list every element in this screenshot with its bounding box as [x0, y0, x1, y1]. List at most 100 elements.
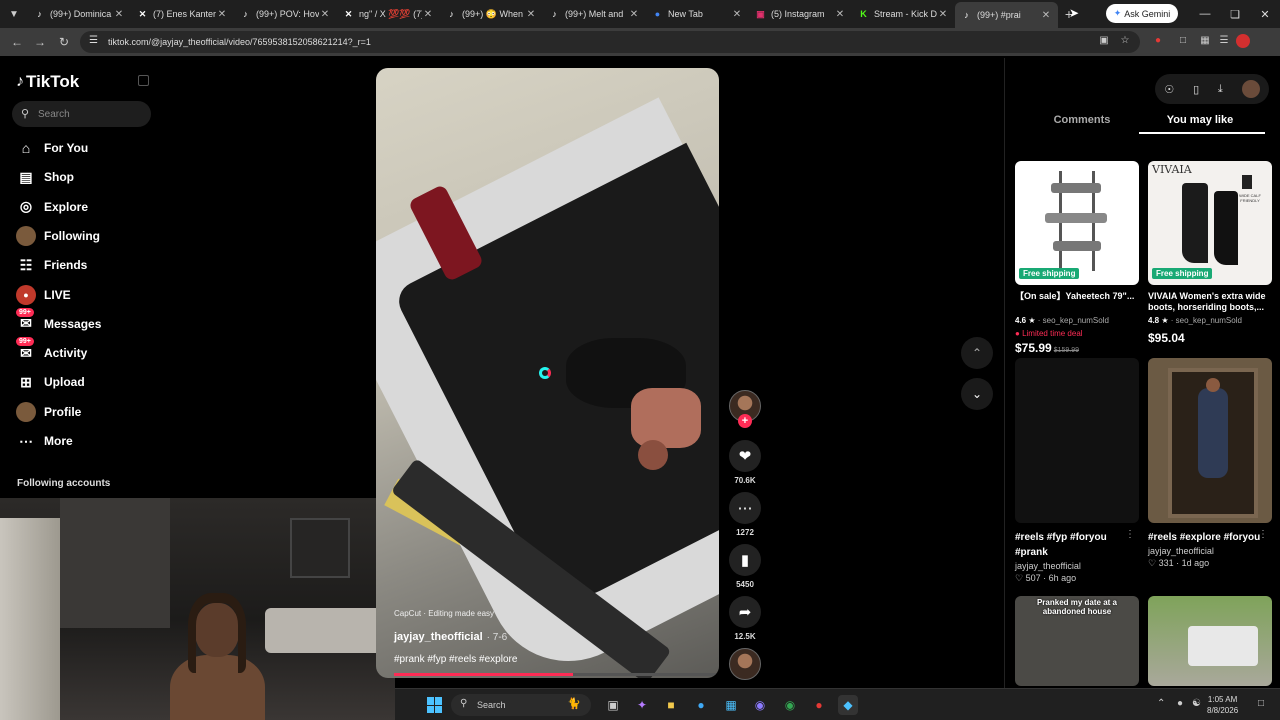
browser-tab[interactable]: K Stream - Kick D ✕ [852, 3, 955, 25]
video-hashtags[interactable]: #prank #fyp #reels #explore [394, 654, 517, 665]
close-tab-icon[interactable]: ✕ [731, 9, 743, 20]
video-card-author[interactable]: jayjay_theofficial [1148, 546, 1272, 556]
close-tab-icon[interactable]: ✕ [1040, 10, 1052, 21]
sidebar-item-explore[interactable]: ◎ Explore [16, 195, 156, 219]
video-card[interactable]: Pranked my date at a abandoned house [1015, 596, 1139, 686]
share-button[interactable]: ➦ 12.5K [729, 596, 761, 641]
more-options-icon[interactable]: ⋮ [1258, 529, 1268, 540]
video-player[interactable]: CapCut · Editing made easy jayjay_theoff… [376, 68, 719, 678]
video-card[interactable]: #reels #explore #foryou ⋮ jayjay_theoffi… [1148, 358, 1272, 569]
url-text: tiktok.com/@jayjay_theofficial/video/765… [108, 37, 371, 47]
browser-tab[interactable]: ♪ (99+) POV: Hov ✕ [234, 3, 337, 25]
video-card[interactable]: #reels #fyp #foryou #prank ⋮ jayjay_theo… [1015, 358, 1139, 584]
copilot-icon[interactable]: ✦ [632, 695, 652, 715]
browser-tab[interactable]: ● New Tab ✕ [646, 3, 749, 25]
compass-icon[interactable]: ☉ [1164, 83, 1174, 96]
windows-start-icon[interactable] [427, 697, 443, 713]
follow-plus-icon[interactable]: + [738, 414, 752, 428]
bookmark-star-icon[interactable]: ☆ [1118, 34, 1132, 48]
sidebar-item-activity[interactable]: ✉ Activity 99+ [16, 337, 156, 365]
tab-search-chevron-icon[interactable]: ▼ [0, 0, 28, 28]
like-button[interactable]: ❤ 70.6K [729, 440, 761, 485]
close-tab-icon[interactable]: ✕ [834, 9, 846, 20]
video-author-line[interactable]: jayjay_theofficial · 7-6 [394, 631, 507, 643]
tiktok-logo[interactable]: ♪ TikTok [16, 72, 79, 92]
collapse-sidebar-icon[interactable] [138, 75, 149, 86]
previous-video-button[interactable]: ⌃ [961, 337, 993, 369]
next-video-button[interactable]: ⌄ [961, 378, 993, 410]
tab-you-may-like[interactable]: You may like [1140, 114, 1260, 126]
profile-avatar-icon[interactable] [1236, 34, 1250, 48]
taskbar-clock[interactable]: 1:05 AM 8/8/2026 [1207, 694, 1238, 716]
sidebar-item-upload[interactable]: ⊞ Upload [16, 370, 156, 394]
comment-button[interactable]: ⋯ 1272 [729, 492, 761, 537]
browser-tab[interactable]: ▣ (5) Instagram ✕ [749, 3, 852, 25]
install-app-icon[interactable]: ▣ [1097, 34, 1111, 48]
maximize-button[interactable]: ❏ [1220, 0, 1250, 28]
back-button[interactable]: ← [8, 33, 26, 51]
video-card-author[interactable]: jayjay_theofficial [1015, 561, 1139, 571]
video-card[interactable] [1148, 596, 1272, 686]
creator-avatar-button[interactable]: + [729, 390, 761, 428]
extension2-icon[interactable]: □ [1176, 34, 1190, 48]
tray-chevron-icon[interactable]: ⌃ [1157, 698, 1165, 709]
active-app-icon[interactable]: ◆ [838, 695, 858, 715]
browser-tab[interactable]: ♪ (99+) Dominica ✕ [28, 3, 131, 25]
notification-icon[interactable]: □ [1258, 698, 1264, 709]
more-options-icon[interactable]: ⋮ [1125, 529, 1135, 540]
forward-button[interactable]: → [31, 33, 49, 51]
sidebar-item-live[interactable]: ● LIVE [16, 283, 156, 307]
sound-avatar-button[interactable] [729, 648, 761, 680]
close-window-button[interactable]: ✕ [1250, 0, 1280, 28]
close-tab-icon[interactable]: ✕ [422, 9, 434, 20]
reload-button[interactable]: ↻ [55, 33, 73, 51]
close-tab-icon[interactable]: ✕ [113, 9, 125, 20]
file-explorer-icon[interactable]: ■ [661, 695, 681, 715]
sidebar-item-more[interactable]: ⋯ More [16, 429, 156, 453]
discord-icon[interactable]: ◉ [750, 695, 770, 715]
sidebar-item-following[interactable]: Following [16, 224, 156, 248]
extension-icon[interactable]: ● [1151, 34, 1165, 48]
close-tab-icon[interactable]: ✕ [937, 9, 949, 20]
sidebar-item-profile[interactable]: Profile [16, 400, 156, 424]
task-view-icon[interactable]: ▣ [603, 695, 623, 715]
obs-icon[interactable]: ● [809, 695, 829, 715]
tab-title: Stream - Kick D [874, 9, 937, 19]
address-bar[interactable]: ☰ tiktok.com/@jayjay_theofficial/video/7… [80, 31, 1140, 53]
save-button[interactable]: ▮ 5450 [729, 544, 761, 589]
product-card[interactable]: Free shipping 【On sale】Yaheetech 79"... … [1015, 161, 1139, 355]
microphone-icon[interactable]: ● [1177, 698, 1183, 709]
close-tab-icon[interactable]: ✕ [628, 9, 640, 20]
browser-tab[interactable]: ✕ ng" / X 💯💯 (7) ✕ [337, 3, 440, 25]
close-tab-icon[interactable]: ✕ [525, 9, 537, 20]
sidebar-item-friends[interactable]: ☷ Friends [16, 253, 156, 277]
browser-tab[interactable]: ✕ (7) Enes Kanter ✕ [131, 3, 234, 25]
taskbar-search[interactable]: ⚲ Search 🐈 [451, 694, 591, 716]
edge-icon[interactable]: ● [691, 695, 711, 715]
phone-icon[interactable]: ▯ [1193, 83, 1199, 96]
close-tab-icon[interactable]: ✕ [319, 9, 331, 20]
tab-comments[interactable]: Comments [1022, 114, 1142, 126]
sidebar-item-shop[interactable]: ▤ Shop [16, 165, 156, 189]
sidebar-item-for-you[interactable]: ⌂ For You [16, 136, 156, 160]
store-icon[interactable]: ▦ [721, 695, 741, 715]
browser-tab[interactable]: ♪ (99+) #prai ✕ [955, 2, 1058, 28]
search-input[interactable]: ⚲ Search [12, 101, 151, 127]
video-progress-bar[interactable] [394, 673, 719, 676]
sidebar-item-label: Profile [44, 404, 82, 419]
minimize-button[interactable]: — [1190, 0, 1220, 28]
browser-tab[interactable]: ♪ (99+) Melt and ✕ [543, 3, 646, 25]
sidepanel-icon[interactable]: ☰ [1217, 34, 1231, 48]
site-info-icon[interactable]: ☰ [89, 35, 98, 46]
ask-gemini-button[interactable]: ✦ Ask Gemini [1106, 4, 1178, 23]
close-tab-icon[interactable]: ✕ [216, 9, 228, 20]
chrome-icon[interactable]: ◉ [780, 695, 800, 715]
download-icon[interactable]: ⤓ [1218, 83, 1223, 96]
user-avatar[interactable] [1241, 80, 1260, 98]
video-author[interactable]: jayjay_theofficial [394, 631, 483, 643]
browser-tab[interactable]: ♪ (99+) 😳 When ✕ [440, 3, 543, 25]
extensions-puzzle-icon[interactable]: ▦ [1198, 34, 1212, 48]
sidebar-item-messages[interactable]: ✉ Messages 99+ [16, 307, 156, 336]
product-card[interactable]: VIVAIA WIDE CALF FRIENDLY Free shipping … [1148, 161, 1272, 345]
wifi-icon[interactable]: ☯ [1192, 698, 1201, 709]
